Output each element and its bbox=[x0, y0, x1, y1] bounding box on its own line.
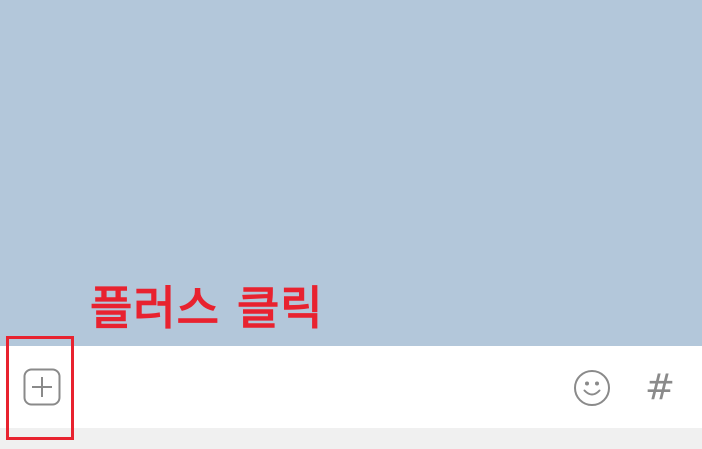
smiley-icon bbox=[574, 370, 610, 406]
plus-button[interactable] bbox=[23, 368, 61, 406]
plus-square-icon bbox=[23, 368, 61, 406]
emoji-button[interactable] bbox=[573, 369, 611, 407]
hashtag-button[interactable]: # bbox=[640, 366, 680, 410]
annotation-label: 플러스 클릭 bbox=[90, 281, 324, 335]
bottom-strip bbox=[0, 428, 702, 449]
